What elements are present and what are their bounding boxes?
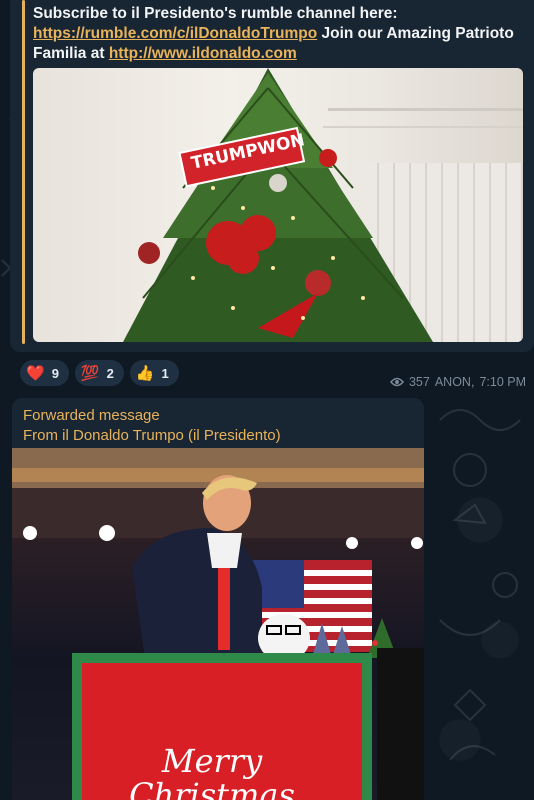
message-1-intro: Subscribe to il Presidento's rumble chan… bbox=[33, 5, 398, 22]
reaction-hundred[interactable]: 💯 2 bbox=[74, 360, 124, 386]
reaction-heart[interactable]: ❤️ 9 bbox=[20, 360, 69, 386]
reactions-bar: ❤️ 9 💯 2 👍 1 bbox=[20, 360, 179, 386]
hundred-points-icon: 💯 bbox=[80, 364, 100, 382]
reaction-count: 1 bbox=[161, 365, 169, 381]
views-eye-icon bbox=[389, 377, 404, 387]
message-bubble-2[interactable]: Forwarded message From il Donaldo Trumpo… bbox=[12, 398, 424, 800]
trump-christmas-photo[interactable]: Merry Christmas bbox=[12, 448, 424, 800]
post-author: ANON, bbox=[434, 375, 475, 389]
reaction-count: 2 bbox=[106, 365, 114, 381]
message-meta: 357 ANON, 7:10 PM bbox=[389, 375, 526, 389]
merry-christmas-sign: Merry Christmas bbox=[105, 744, 319, 800]
sign-line-christmas: Christmas bbox=[129, 776, 295, 800]
quote-accent-bar bbox=[22, 0, 25, 344]
website-link[interactable]: http://www.ildonaldo.com bbox=[109, 45, 297, 62]
reaction-count: 9 bbox=[51, 365, 59, 381]
reaction-thumbs-up[interactable]: 👍 1 bbox=[129, 360, 179, 386]
sign-line-merry: Merry bbox=[161, 742, 263, 780]
christmas-tree-illustration bbox=[123, 68, 523, 342]
forwarded-label: Forwarded message bbox=[23, 407, 160, 424]
message-1-text: Subscribe to il Presidento's rumble chan… bbox=[33, 4, 523, 64]
thumbs-up-icon: 👍 bbox=[135, 364, 155, 382]
rumble-link[interactable]: https://rumble.com/c/ilDonaldoTrumpo bbox=[33, 25, 317, 42]
christmas-tree-photo[interactable]: TRUMPWON bbox=[33, 68, 523, 342]
red-heart-icon: ❤️ bbox=[26, 364, 45, 382]
message-bubble-1[interactable]: Subscribe to il Presidento's rumble chan… bbox=[10, 0, 534, 352]
view-count: 357 bbox=[408, 375, 430, 389]
post-time: 7:10 PM bbox=[479, 375, 526, 389]
forwarded-from-link[interactable]: From il Donaldo Trumpo (il Presidento) bbox=[23, 427, 281, 444]
